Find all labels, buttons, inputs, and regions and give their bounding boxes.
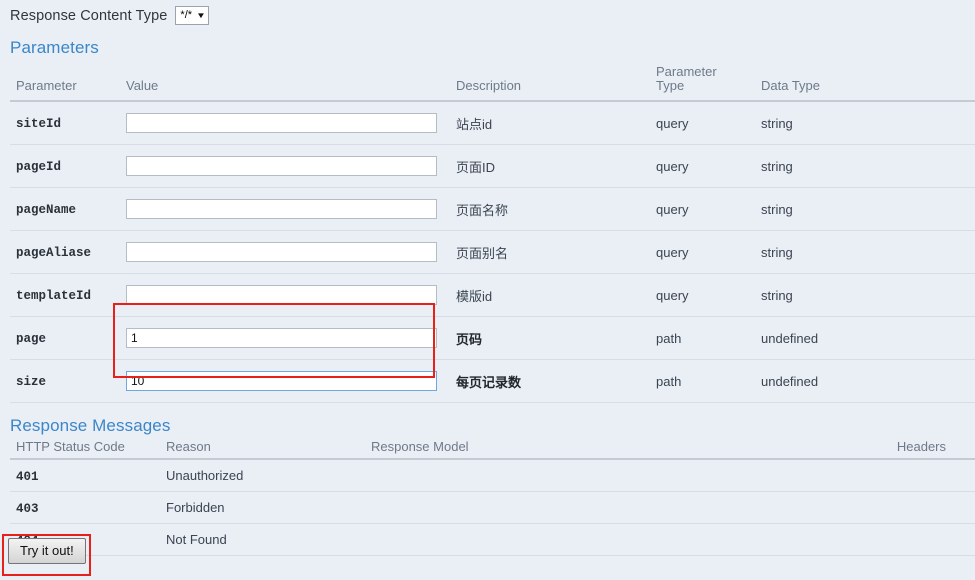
headers-cell xyxy=(815,492,975,524)
parameter-input-pageId[interactable] xyxy=(126,156,437,176)
parameter-input-page[interactable] xyxy=(126,328,437,348)
response-message-row: 401 Unauthorized xyxy=(10,459,975,492)
parameter-input-pageName[interactable] xyxy=(126,199,437,219)
parameter-type-cell: query xyxy=(650,145,755,188)
col-header-status-code: HTTP Status Code xyxy=(10,438,160,459)
parameter-name-cell: templateId xyxy=(10,274,120,317)
response-content-type-row: Response Content Type */* ▼ xyxy=(0,0,975,28)
parameter-name: siteId xyxy=(16,117,61,131)
parameter-row: page 页码pathundefined xyxy=(10,317,975,360)
parameter-row: templateId 模版idquerystring xyxy=(10,274,975,317)
parameter-data-type-cell: string xyxy=(755,274,975,317)
status-code: 403 xyxy=(16,502,39,516)
parameters-table-header-row: Parameter Value Description Parameter Ty… xyxy=(10,59,975,101)
response-messages-table: HTTP Status Code Reason Response Model H… xyxy=(10,438,975,556)
parameters-section-title: Parameters xyxy=(0,28,975,59)
parameter-type-cell: query xyxy=(650,274,755,317)
col-header-data-type: Data Type xyxy=(755,59,975,101)
parameter-data-type-cell: undefined xyxy=(755,317,975,360)
response-message-row: 403 Forbidden xyxy=(10,492,975,524)
parameter-type-cell: path xyxy=(650,317,755,360)
parameter-type-cell: query xyxy=(650,188,755,231)
parameter-description-cell: 页面ID xyxy=(450,145,650,188)
parameter-value-cell xyxy=(120,317,450,360)
parameter-type-cell: path xyxy=(650,360,755,403)
reason-cell: Forbidden xyxy=(160,492,365,524)
parameter-name-cell: pageName xyxy=(10,188,120,231)
reason-cell: Not Found xyxy=(160,524,365,556)
parameter-name: pageAliase xyxy=(16,246,91,260)
col-header-reason: Reason xyxy=(160,438,365,459)
parameters-table: Parameter Value Description Parameter Ty… xyxy=(10,59,975,403)
parameter-row: pageId 页面IDquerystring xyxy=(10,145,975,188)
response-messages-section-title: Response Messages xyxy=(0,403,975,437)
headers-cell xyxy=(815,524,975,556)
parameter-value-cell xyxy=(120,101,450,145)
response-model-cell xyxy=(365,492,815,524)
parameter-value-cell xyxy=(120,145,450,188)
try-it-out-container: Try it out! xyxy=(8,538,86,564)
col-header-parameter: Parameter xyxy=(10,59,120,101)
status-code-cell: 403 xyxy=(10,492,160,524)
response-model-cell xyxy=(365,524,815,556)
col-header-headers: Headers xyxy=(815,438,975,459)
parameter-input-templateId[interactable] xyxy=(126,285,437,305)
parameter-name-cell: siteId xyxy=(10,101,120,145)
col-header-parameter-type-line2: Type xyxy=(656,78,684,93)
col-header-response-model: Response Model xyxy=(365,438,815,459)
parameter-data-type-cell: string xyxy=(755,188,975,231)
swagger-operation-panel: Response Content Type */* ▼ Parameters P… xyxy=(0,0,975,580)
col-header-parameter-type-line1: Parameter xyxy=(656,64,717,79)
parameter-value-cell xyxy=(120,188,450,231)
response-model-cell xyxy=(365,459,815,492)
parameter-name: pageName xyxy=(16,203,76,217)
parameter-input-siteId[interactable] xyxy=(126,113,437,133)
response-content-type-label: Response Content Type xyxy=(10,8,167,24)
parameter-name-cell: page xyxy=(10,317,120,360)
parameter-description-cell: 站点id xyxy=(450,101,650,145)
parameter-name: pageId xyxy=(16,160,61,174)
col-header-parameter-type: Parameter Type xyxy=(650,59,755,101)
response-content-type-select[interactable]: */* ▼ xyxy=(175,6,209,25)
parameter-description-cell: 模版id xyxy=(450,274,650,317)
status-code-cell: 401 xyxy=(10,459,160,492)
parameter-row: pageName 页面名称querystring xyxy=(10,188,975,231)
parameter-row: siteId 站点idquerystring xyxy=(10,101,975,145)
response-content-type-value: */* xyxy=(180,7,197,24)
parameter-name-cell: pageId xyxy=(10,145,120,188)
parameter-data-type-cell: string xyxy=(755,231,975,274)
parameter-name-cell: size xyxy=(10,360,120,403)
parameter-name-cell: pageAliase xyxy=(10,231,120,274)
parameter-type-cell: query xyxy=(650,231,755,274)
parameter-row: size 每页记录数pathundefined xyxy=(10,360,975,403)
reason-cell: Unauthorized xyxy=(160,459,365,492)
parameter-description-cell: 页面别名 xyxy=(450,231,650,274)
try-it-out-button[interactable]: Try it out! xyxy=(8,538,86,564)
parameter-row: pageAliase 页面别名querystring xyxy=(10,231,975,274)
headers-cell xyxy=(815,459,975,492)
parameter-description-cell: 页面名称 xyxy=(450,188,650,231)
parameter-value-cell xyxy=(120,231,450,274)
parameter-input-size[interactable] xyxy=(126,371,437,391)
parameter-type-cell: query xyxy=(650,101,755,145)
parameter-name: size xyxy=(16,375,46,389)
parameter-name: templateId xyxy=(16,289,91,303)
col-header-value: Value xyxy=(120,59,450,101)
parameter-value-cell xyxy=(120,274,450,317)
status-code: 401 xyxy=(16,470,39,484)
col-header-description: Description xyxy=(450,59,650,101)
parameter-value-cell xyxy=(120,360,450,403)
parameter-data-type-cell: string xyxy=(755,101,975,145)
parameter-data-type-cell: undefined xyxy=(755,360,975,403)
parameter-description-cell: 每页记录数 xyxy=(450,360,650,403)
parameter-description-cell: 页码 xyxy=(450,317,650,360)
parameter-input-pageAliase[interactable] xyxy=(126,242,437,262)
response-message-row: 404Not Found xyxy=(10,524,975,556)
parameter-data-type-cell: string xyxy=(755,145,975,188)
response-messages-header-row: HTTP Status Code Reason Response Model H… xyxy=(10,438,975,459)
parameter-name: page xyxy=(16,332,46,346)
chevron-down-icon: ▼ xyxy=(196,7,206,24)
